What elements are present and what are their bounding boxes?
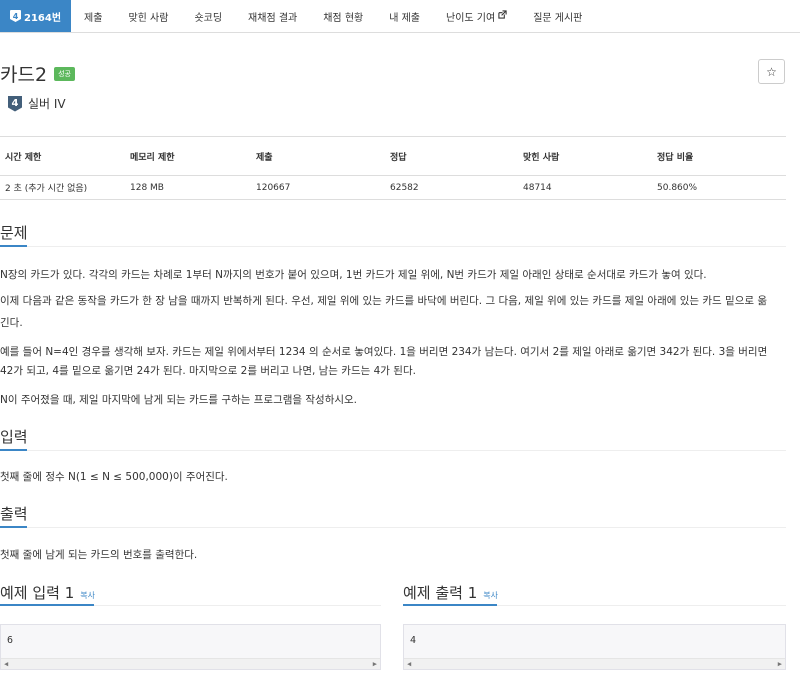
tab-question-board[interactable]: 질문 게시판 xyxy=(520,0,595,32)
tab-short-coding[interactable]: 숏코딩 xyxy=(181,0,235,32)
scroll-right-icon[interactable]: ▶ xyxy=(373,660,377,668)
tab-solved-users[interactable]: 맞힌 사람 xyxy=(115,0,181,32)
sample-input-title: 예제 입력 1 xyxy=(0,584,75,602)
horizontal-scrollbar[interactable]: ◀ ▶ xyxy=(404,658,785,669)
section-underline xyxy=(403,604,497,606)
tab-judge-status[interactable]: 채점 현황 xyxy=(310,0,376,32)
tier-row: 4 실버 IV xyxy=(8,95,66,112)
sample-input-box: 6 ◀ ▶ xyxy=(0,624,381,670)
table-header: 시간 제한 xyxy=(0,136,125,176)
problem-text-line: 긴다. xyxy=(0,317,23,329)
problem-text-line: 42가 되고, 4를 밑으로 옮기면 24가 된다. 마지막으로 2를 버리고 … xyxy=(0,365,416,377)
input-heading: 입력 xyxy=(0,428,28,446)
table-row: 2 초 (추가 시간 없음) 128 MB 120667 62582 48714… xyxy=(0,175,786,200)
copy-output-link[interactable]: 복사 xyxy=(483,591,498,600)
external-link-icon xyxy=(498,10,507,22)
tab-problem-label: 2164번 xyxy=(24,12,62,24)
section-divider xyxy=(0,527,786,528)
output-text: 첫째 줄에 남게 되는 카드의 번호를 출력한다. xyxy=(0,549,198,561)
table-cell: 120667 xyxy=(251,175,385,200)
table-header-row: 시간 제한 메모리 제한 제출 정답 맞힌 사람 정답 비율 xyxy=(0,136,786,176)
problem-heading: 문제 xyxy=(0,224,28,242)
sample-output-value: 4 xyxy=(410,635,417,646)
table-header: 정답 xyxy=(385,136,518,176)
table-cell: 50.860% xyxy=(652,175,786,200)
section-underline xyxy=(0,245,27,247)
problem-text-line: 이제 다음과 같은 동작을 카드가 한 장 남을 때까지 반복하게 된다. 우선… xyxy=(0,295,768,307)
sample-output-box: 4 ◀ ▶ xyxy=(403,624,786,670)
tab-difficulty-contribution[interactable]: 난이도 기여 xyxy=(433,0,520,32)
star-icon: ☆ xyxy=(766,64,777,79)
tier-icon: 4 xyxy=(10,10,21,22)
table-header: 정답 비율 xyxy=(652,136,786,176)
sample-input-value: 6 xyxy=(7,635,14,646)
table-cell: 2 초 (추가 시간 없음) xyxy=(0,175,125,200)
problem-text-line: N장의 카드가 있다. 각각의 카드는 차례로 1부터 N까지의 번호가 붙어 … xyxy=(0,269,707,281)
sample-input-heading: 예제 입력 1 복사 xyxy=(0,582,95,603)
table-cell: 48714 xyxy=(518,175,652,200)
tab-submit[interactable]: 제출 xyxy=(71,0,115,32)
section-underline xyxy=(0,526,27,528)
tab-my-submissions[interactable]: 내 제출 xyxy=(376,0,433,32)
problem-info-table: 시간 제한 메모리 제한 제출 정답 맞힌 사람 정답 비율 2 초 (추가 시… xyxy=(0,136,786,200)
scroll-left-icon[interactable]: ◀ xyxy=(4,660,8,668)
table-header: 메모리 제한 xyxy=(125,136,251,176)
input-text: 첫째 줄에 정수 N(1 ≤ N ≤ 500,000)이 주어진다. xyxy=(0,471,228,483)
section-divider xyxy=(0,450,786,451)
tier-label: 실버 IV xyxy=(28,97,66,111)
problem-text-line: N이 주어졌을 때, 제일 마지막에 남게 되는 카드를 구하는 프로그램을 작… xyxy=(0,394,358,406)
page-title: 카드2 xyxy=(0,64,48,86)
problem-nav: 4 2164번 제출 맞힌 사람 숏코딩 재채점 결과 채점 현황 내 제출 난… xyxy=(0,0,800,33)
horizontal-scrollbar[interactable]: ◀ ▶ xyxy=(1,658,380,669)
section-underline xyxy=(0,604,94,606)
copy-input-link[interactable]: 복사 xyxy=(80,591,95,600)
table-cell: 128 MB xyxy=(125,175,251,200)
sample-output-heading: 예제 출력 1 복사 xyxy=(403,582,498,603)
star-button[interactable]: ☆ xyxy=(758,59,785,84)
scroll-right-icon[interactable]: ▶ xyxy=(778,660,782,668)
section-underline xyxy=(0,449,27,451)
tab-problem[interactable]: 4 2164번 xyxy=(0,0,72,32)
table-cell: 62582 xyxy=(385,175,518,200)
title-row: 카드2 성공 xyxy=(0,60,75,87)
output-heading: 출력 xyxy=(0,505,28,523)
scroll-left-icon[interactable]: ◀ xyxy=(407,660,411,668)
status-badge: 성공 xyxy=(54,66,75,81)
tab-rejudge-results[interactable]: 재채점 결과 xyxy=(235,0,310,32)
section-divider xyxy=(0,246,786,247)
tab-difficulty-label: 난이도 기여 xyxy=(446,12,496,24)
table-header: 제출 xyxy=(251,136,385,176)
sample-output-title: 예제 출력 1 xyxy=(403,584,478,602)
tier-badge-icon: 4 xyxy=(8,95,22,112)
table-header: 맞힌 사람 xyxy=(518,136,652,176)
